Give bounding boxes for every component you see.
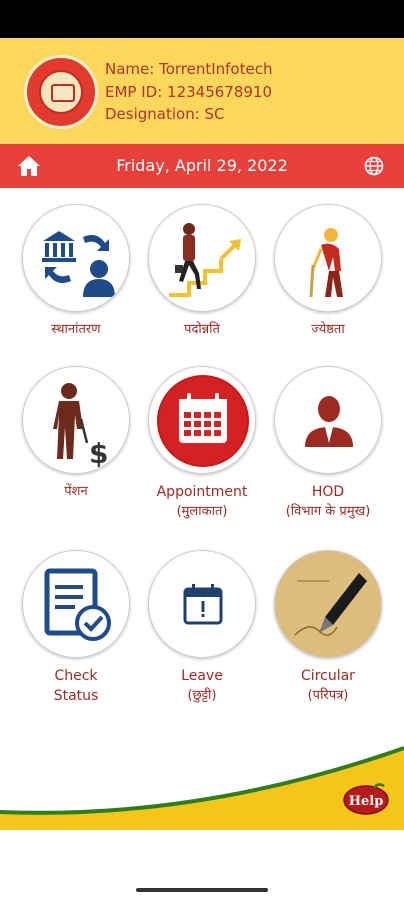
current-date: Friday, April 29, 2022 xyxy=(116,156,288,175)
system-nav-bar xyxy=(0,868,404,900)
date-bar: Friday, April 29, 2022 xyxy=(0,144,404,188)
profile-info: Name: TorrentInfotech EMP ID: 1234567891… xyxy=(105,58,272,126)
tile-appointment[interactable]: Appointment (मुलाकात) xyxy=(138,366,266,522)
tile-pension[interactable]: $ पेंशन xyxy=(12,366,140,502)
tile-seniority[interactable]: ज्येष्ठता xyxy=(264,204,392,340)
tile-sublabel: (विभाग के प्रमुख) xyxy=(285,504,371,519)
tile-check-status[interactable]: Check Status xyxy=(12,550,140,706)
tile-label: Check xyxy=(54,668,98,684)
tile-sublabel: (परिपत्र) xyxy=(307,688,349,703)
tile-leave[interactable]: Leave (छुट्टी) xyxy=(138,550,266,706)
transfer-icon xyxy=(22,204,130,312)
svg-text:$: $ xyxy=(89,437,108,470)
tile-sublabel: (छुट्टी) xyxy=(187,688,217,703)
promotion-icon xyxy=(148,204,256,312)
globe-icon[interactable] xyxy=(364,156,384,176)
tile-label: HOD xyxy=(311,484,345,500)
help-label: Help xyxy=(349,794,384,809)
hod-person-icon xyxy=(274,366,382,474)
tile-transfer[interactable]: स्थानांतरण xyxy=(12,204,140,340)
tile-promotion[interactable]: पदोन्नति xyxy=(138,204,266,340)
employee-name: Name: TorrentInfotech xyxy=(105,60,273,78)
help-button[interactable]: Help xyxy=(342,782,390,816)
employee-designation: Designation: SC xyxy=(105,105,225,123)
tile-label: पदोन्नति xyxy=(184,322,220,337)
circular-pen-icon xyxy=(274,550,382,658)
appointment-calendar-icon xyxy=(148,366,256,474)
employee-id: EMP ID: 12345678910 xyxy=(105,82,273,101)
seniority-icon xyxy=(274,204,382,312)
indian-railways-logo xyxy=(24,55,98,129)
profile-header: Name: TorrentInfotech EMP ID: 1234567891… xyxy=(0,38,404,144)
leave-calendar-icon xyxy=(148,550,256,658)
tile-sublabel: (मुलाकात) xyxy=(176,504,228,519)
tile-circular[interactable]: Circular (परिपत्र) xyxy=(264,550,392,706)
tile-label: Appointment xyxy=(156,484,248,500)
tile-sublabel: Status xyxy=(53,688,99,704)
pension-icon: $ xyxy=(22,366,130,474)
home-gesture-handle[interactable] xyxy=(136,888,268,892)
tile-hod[interactable]: HOD (विभाग के प्रमुख) xyxy=(264,366,392,522)
check-status-icon xyxy=(22,550,130,658)
tile-label: पेंशन xyxy=(64,484,88,499)
tile-label: स्थानांतरण xyxy=(51,322,101,337)
status-bar xyxy=(0,0,404,38)
tile-label: ज्येष्ठता xyxy=(311,322,345,337)
tile-label: Leave xyxy=(181,668,223,684)
tile-label: Circular xyxy=(301,668,355,684)
